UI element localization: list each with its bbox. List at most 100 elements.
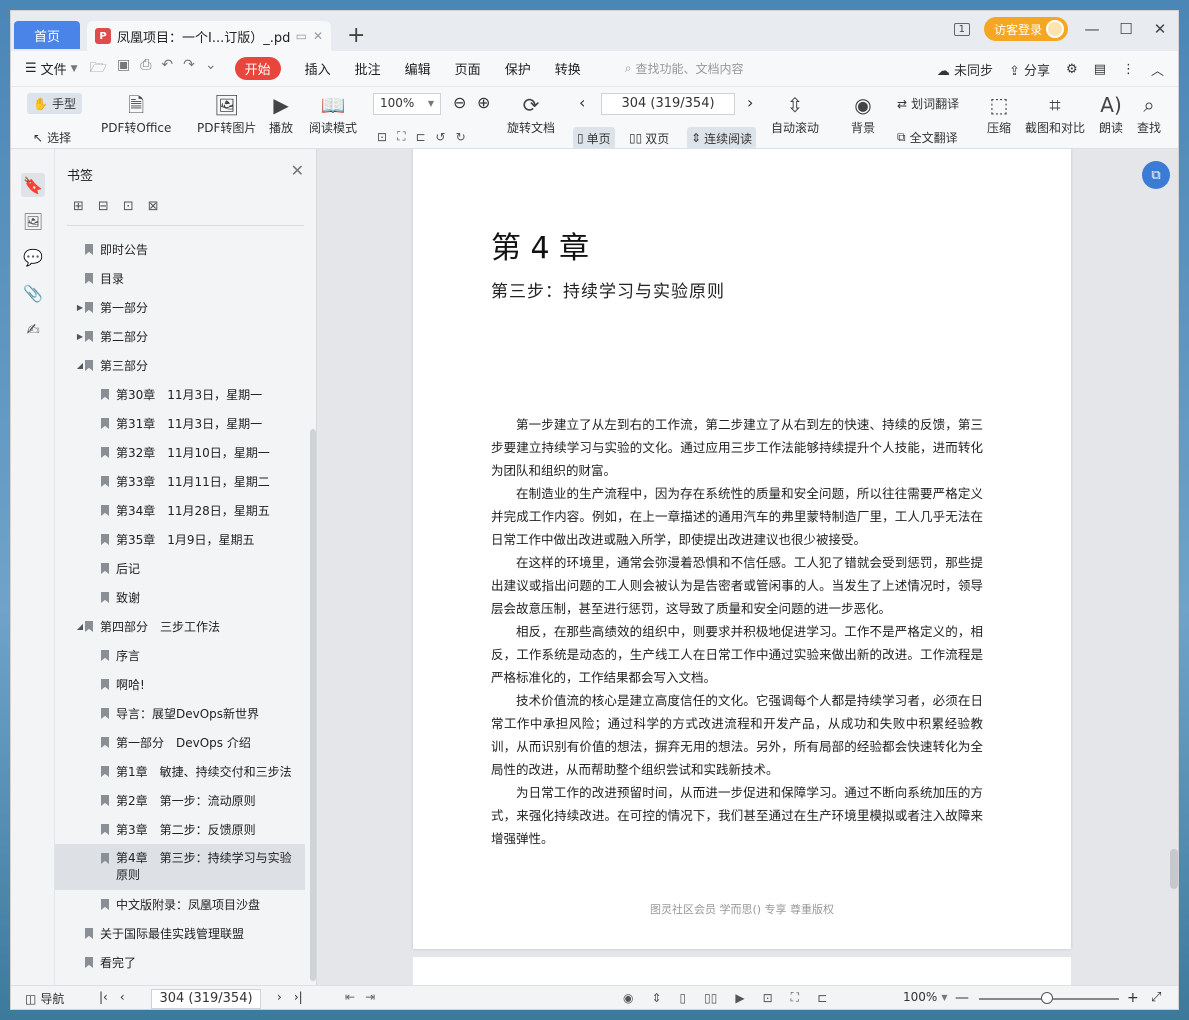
minimize-icon[interactable]: — bbox=[1082, 20, 1102, 38]
bookmark-item[interactable]: 第2章 第一步：流动原则 bbox=[55, 786, 305, 815]
attachment-icon[interactable]: 📎 bbox=[21, 281, 45, 305]
sync-status[interactable]: ☁ 未同步 bbox=[937, 60, 993, 79]
feature-search[interactable]: ⌕ 查找功能、文档内容 bbox=[625, 60, 744, 77]
read-aloud-button[interactable]: A) 朗读 bbox=[1099, 91, 1123, 136]
redo-icon[interactable]: ↷ bbox=[183, 57, 195, 81]
bookmark-item[interactable]: 中文版附录：凤凰项目沙盘 bbox=[55, 890, 305, 919]
read-mode-button[interactable]: 📖 阅读模式 bbox=[309, 91, 357, 136]
expand-arrow-icon[interactable]: ▶ bbox=[75, 332, 85, 341]
bookmark-item[interactable]: 后记 bbox=[55, 554, 305, 583]
window-count-badge[interactable]: 1 bbox=[953, 22, 970, 36]
next-page-icon[interactable]: › bbox=[747, 93, 753, 112]
thumbnail-icon[interactable]: 🖼 bbox=[21, 209, 45, 233]
bookmark-item[interactable]: 看完了 bbox=[55, 948, 305, 977]
expand-arrow-icon[interactable]: ◢ bbox=[75, 361, 85, 370]
bookmark-item[interactable]: 第30章 11月3日，星期一 bbox=[55, 380, 305, 409]
prev-page-icon[interactable]: ‹ bbox=[120, 990, 125, 1004]
pdf-to-office-button[interactable]: 🗎 PDF转Office bbox=[101, 91, 171, 136]
zoom-in-icon[interactable]: + bbox=[1127, 990, 1139, 1006]
zoom-out-icon[interactable]: — bbox=[955, 990, 969, 1006]
signature-icon[interactable]: ✍ bbox=[21, 317, 45, 341]
bookmark-item[interactable]: 第32章 11月10日，星期一 bbox=[55, 438, 305, 467]
bookmark-item[interactable]: 第33章 11月11日，星期二 bbox=[55, 467, 305, 496]
bookmark-item[interactable]: ◢ 第四部分 三步工作法 bbox=[55, 612, 305, 641]
fit-page-icon[interactable]: ⛶ bbox=[791, 990, 799, 1005]
share-button[interactable]: ⇪ 分享 bbox=[1009, 60, 1050, 79]
delete-bookmark-icon[interactable]: ⊠ bbox=[148, 199, 159, 214]
screenshot-compare-button[interactable]: ⌗ 截图和对比 bbox=[1025, 91, 1085, 136]
status-zoom[interactable]: 100% ▼ bbox=[903, 990, 947, 1004]
single-page-icon[interactable]: ▯ bbox=[680, 991, 687, 1005]
collapse-ribbon-icon[interactable]: ︿ bbox=[1151, 60, 1164, 79]
next-page-icon[interactable]: › bbox=[277, 990, 282, 1004]
full-translate-button[interactable]: ⧉ 全文翻译 bbox=[897, 129, 958, 146]
save-icon[interactable]: ▣ bbox=[117, 57, 130, 81]
fit-width-icon[interactable]: ⊏ bbox=[817, 991, 827, 1005]
auto-scroll-button[interactable]: ⇳ 自动滚动 bbox=[771, 91, 819, 136]
add-sub-bookmark-icon[interactable]: ⊟ bbox=[98, 199, 109, 214]
document-scrollbar[interactable] bbox=[1170, 849, 1178, 889]
menu-start[interactable]: 开始 bbox=[234, 57, 281, 80]
menu-convert[interactable]: 转换 bbox=[555, 59, 581, 78]
single-page-button[interactable]: ▯ 单页 bbox=[573, 127, 615, 149]
bookmark-item[interactable]: ◢ 第三部分 bbox=[55, 351, 305, 380]
double-page-button[interactable]: ▯▯ 双页 bbox=[625, 127, 673, 149]
back-icon[interactable]: ⇤ bbox=[345, 990, 355, 1004]
bookmark-item[interactable]: 第一部分 DevOps 介绍 bbox=[55, 728, 305, 757]
bookmark-item[interactable]: 目录 bbox=[55, 264, 305, 293]
bookmark-item[interactable]: 第34章 11月28日，星期五 bbox=[55, 496, 305, 525]
continuous-icon[interactable]: ⇕ bbox=[651, 991, 661, 1005]
bookmark-item[interactable]: 关于国际最佳实践管理联盟 bbox=[55, 919, 305, 948]
bookmark-item[interactable]: 第3章 第二步：反馈原则 bbox=[55, 815, 305, 844]
prev-page-icon[interactable]: ‹ bbox=[579, 93, 585, 112]
double-page-icon[interactable]: ▯▯ bbox=[704, 991, 717, 1005]
bookmark-item[interactable]: 第31章 11月3日，星期一 bbox=[55, 409, 305, 438]
menu-page[interactable]: 页面 bbox=[455, 59, 481, 78]
close-window-icon[interactable]: ✕ bbox=[1150, 20, 1170, 38]
hand-tool-button[interactable]: ✋ 手型 bbox=[27, 93, 82, 114]
bookmark-icon[interactable]: 🔖 bbox=[21, 173, 45, 197]
pdf-to-image-button[interactable]: 🖼 PDF转图片 bbox=[197, 91, 256, 136]
zoom-out-icon[interactable]: ⊖ bbox=[453, 93, 466, 112]
actual-size-icon[interactable]: ⊡ bbox=[763, 991, 773, 1005]
continuous-read-button[interactable]: ⇕ 连续阅读 bbox=[687, 127, 757, 149]
panel-scrollbar[interactable] bbox=[310, 429, 316, 981]
more-icon[interactable]: ⋮ bbox=[1122, 62, 1135, 77]
compress-button[interactable]: ⬚ 压缩 bbox=[987, 91, 1011, 136]
bookmark-item[interactable]: 即时公告 bbox=[55, 235, 305, 264]
bookmark-item[interactable]: 啊哈! bbox=[55, 670, 305, 699]
rotate-right-icon[interactable]: ↻ bbox=[456, 130, 466, 144]
find-button[interactable]: ⌕ 查找 bbox=[1137, 91, 1161, 136]
page-number-input[interactable]: 304 (319/354) bbox=[601, 93, 735, 115]
actual-size-icon[interactable]: ⊡ bbox=[377, 130, 387, 144]
add-bookmark-icon[interactable]: ⊞ bbox=[73, 199, 84, 214]
expand-arrow-icon[interactable]: ◢ bbox=[75, 622, 85, 631]
tab-document[interactable]: P 凤凰项目：一个I...订版）_.pdf ▭ ✕ bbox=[87, 21, 331, 51]
guest-login-button[interactable]: 访客登录 bbox=[983, 17, 1068, 41]
tab-home[interactable]: 首页 bbox=[14, 21, 80, 49]
expand-arrow-icon[interactable]: ▶ bbox=[75, 303, 85, 312]
maximize-icon[interactable]: ☐ bbox=[1116, 20, 1136, 38]
play-icon[interactable]: ▶ bbox=[735, 991, 744, 1005]
bookmark-item[interactable]: ▶ 第二部分 bbox=[55, 322, 305, 351]
file-menu[interactable]: ☰ 文件 ▼ bbox=[25, 59, 78, 78]
navigation-toggle[interactable]: ◫ 导航 bbox=[25, 990, 64, 1007]
menu-insert[interactable]: 插入 bbox=[305, 59, 331, 78]
bookmark-item[interactable]: 第1章 敏捷、持续交付和三步法 bbox=[55, 757, 305, 786]
print-icon[interactable]: ⎙ bbox=[140, 57, 151, 81]
bookmark-item[interactable]: ▶ 第一部分 bbox=[55, 293, 305, 322]
new-tab-button[interactable]: + bbox=[347, 23, 365, 48]
rotate-document-button[interactable]: ⟳ 旋转文档 bbox=[507, 91, 555, 136]
rotate-left-icon[interactable]: ↺ bbox=[436, 130, 446, 144]
play-button[interactable]: ▶ 播放 bbox=[269, 91, 293, 136]
word-translate-button[interactable]: ⇄ 划词翻译 bbox=[897, 95, 959, 112]
bookmark-item[interactable]: 第35章 1月9日，星期五 bbox=[55, 525, 305, 554]
settings-icon[interactable]: ⚙ bbox=[1066, 62, 1078, 77]
zoom-select[interactable]: 100% ▼ bbox=[373, 93, 441, 115]
tab-close-icon[interactable]: ✕ bbox=[313, 29, 323, 43]
last-page-icon[interactable]: ›| bbox=[294, 990, 303, 1004]
undo-icon[interactable]: ↶ bbox=[161, 57, 173, 81]
tab-float-icon[interactable]: ▭ bbox=[296, 29, 307, 43]
select-tool-button[interactable]: ↖ 选择 bbox=[33, 129, 71, 146]
menu-comment[interactable]: 批注 bbox=[355, 59, 381, 78]
